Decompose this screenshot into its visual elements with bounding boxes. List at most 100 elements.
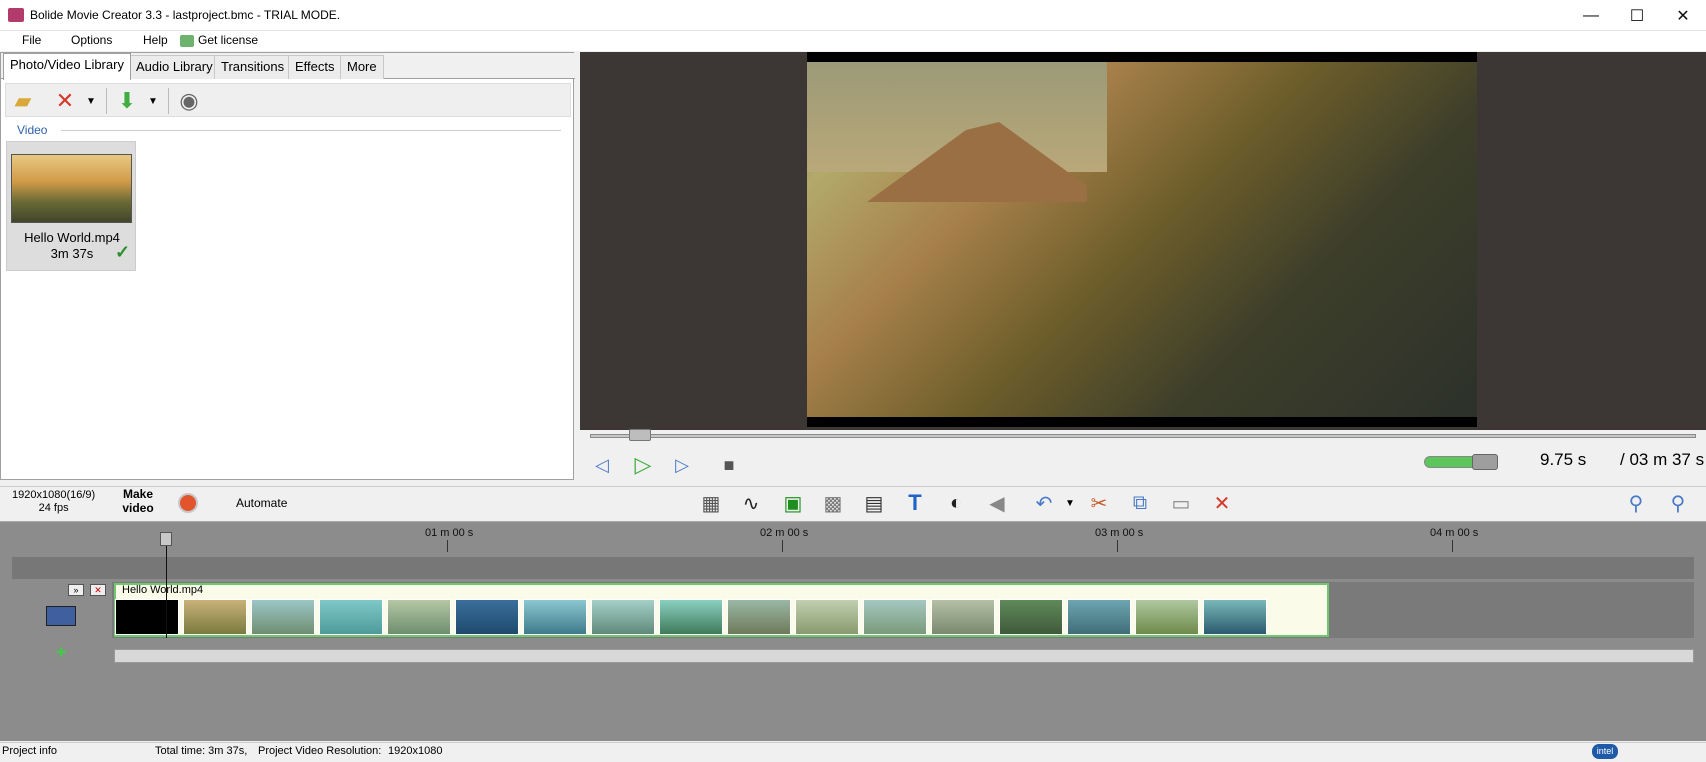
copy-icon[interactable]: ⧉ <box>1126 489 1154 517</box>
status-resolution-label: Project Video Resolution: <box>258 745 382 757</box>
player-controls <box>580 445 1706 481</box>
zoom-out-icon[interactable]: ⚲ <box>1622 489 1650 517</box>
seek-handle[interactable] <box>628 429 651 441</box>
ruler-label: 01 m 00 s <box>425 527 474 539</box>
menu-get-license[interactable]: Get license <box>198 33 258 47</box>
overlay-icon[interactable]: ▤ <box>860 489 888 517</box>
film-strip-icon <box>46 606 76 626</box>
chevron-down-icon[interactable]: ▼ <box>78 88 104 114</box>
delete-icon[interactable]: ✕ <box>1208 489 1236 517</box>
make-video-label: Make video <box>122 487 154 515</box>
folder-open-icon[interactable]: ▰ <box>10 88 36 114</box>
add-track-icon[interactable]: + <box>56 642 67 663</box>
prev-frame-icon[interactable]: ◁ <box>591 454 613 476</box>
project-info: Project info <box>2 745 58 757</box>
image-icon[interactable]: ▩ <box>819 489 847 517</box>
brightness-icon[interactable]: ◐ <box>942 489 970 517</box>
tab-more[interactable]: More <box>340 55 384 79</box>
playhead-handle[interactable] <box>160 532 172 546</box>
ruler-tick <box>447 540 448 552</box>
status-bar <box>0 742 1706 762</box>
ruler-tick <box>1117 540 1118 552</box>
down-arrow-icon[interactable]: ⬇ <box>114 88 140 114</box>
window-title: Bolide Movie Creator 3.3 - lastproject.b… <box>30 8 341 22</box>
clip-frame <box>999 599 1063 635</box>
money-icon <box>180 35 194 47</box>
tab-effects[interactable]: Effects <box>288 55 342 79</box>
menu-help[interactable]: Help <box>143 33 168 47</box>
chevron-down-icon[interactable]: ▼ <box>1056 489 1084 517</box>
library-toolbar: ▰ ✕ ▼ ⬇ ▼ ◉ <box>5 83 571 117</box>
close-button[interactable]: ✕ <box>1660 0 1706 31</box>
paste-icon[interactable]: ▭ <box>1167 489 1195 517</box>
audio-wave-icon[interactable]: ∿ <box>737 489 765 517</box>
clip-frame <box>1203 599 1267 635</box>
minimize-button[interactable]: — <box>1568 0 1614 31</box>
clip-frame <box>183 599 247 635</box>
add-track-area: + <box>12 642 112 662</box>
clip-frame <box>1067 599 1131 635</box>
status-total-time: Total time: 3m 37s, <box>155 745 248 757</box>
zoom-fit-icon[interactable]: ⚲ <box>1664 489 1692 517</box>
library-pane: Photo/Video Library Audio Library Transi… <box>0 52 575 480</box>
ruler-label: 04 m 00 s <box>1430 527 1479 539</box>
menu-file[interactable]: File <box>22 33 41 47</box>
next-frame-icon[interactable]: ▷ <box>671 454 693 476</box>
checkmark-icon: ✓ <box>115 242 131 262</box>
menu-options[interactable]: Options <box>71 33 112 47</box>
track-header: » ✕ <box>12 582 112 638</box>
clip-frame <box>931 599 995 635</box>
clip-frame <box>523 599 587 635</box>
split-icon[interactable]: ▦ <box>697 489 725 517</box>
video-frame <box>807 62 1477 417</box>
collapse-icon[interactable]: » <box>68 584 84 596</box>
maximize-button[interactable]: ☐ <box>1614 0 1660 31</box>
tab-photo-video-library[interactable]: Photo/Video Library <box>3 53 131 80</box>
tab-audio-library[interactable]: Audio Library <box>129 55 220 79</box>
playhead-line <box>166 538 167 638</box>
menu-bar: File Options Help Get license <box>0 31 1706 51</box>
speaker-icon[interactable]: ◀ <box>983 489 1011 517</box>
film-icon <box>8 8 24 22</box>
webcam-icon[interactable]: ◉ <box>176 88 202 114</box>
chevron-down-icon[interactable]: ▼ <box>140 88 166 114</box>
chroma-key-icon[interactable]: ▣ <box>779 489 807 517</box>
clip-frame <box>115 599 179 635</box>
ruler-tick <box>782 540 783 552</box>
text-icon[interactable]: T <box>901 489 929 517</box>
play-icon[interactable]: ▷ <box>632 452 654 477</box>
resolution-text: 1920x1080(16/9) <box>12 489 96 501</box>
clip-frame <box>319 599 383 635</box>
automate-button[interactable]: Automate <box>236 496 287 510</box>
toolbar-separator <box>168 88 169 114</box>
ruler-label: 03 m 00 s <box>1095 527 1144 539</box>
clip-frame <box>455 599 519 635</box>
fps-text: 24 fps <box>38 502 69 514</box>
library-tabs: Photo/Video Library Audio Library Transi… <box>1 53 575 80</box>
delete-icon[interactable]: ✕ <box>52 88 78 114</box>
clip-frame <box>659 599 723 635</box>
cut-icon[interactable]: ✂ <box>1085 489 1113 517</box>
library-item[interactable]: Hello World.mp4 3m 37s ✓ <box>6 141 136 271</box>
ruler-label: 02 m 00 s <box>760 527 809 539</box>
seek-track[interactable] <box>590 434 1696 438</box>
overlay-track[interactable] <box>12 557 1694 579</box>
record-icon[interactable] <box>178 493 198 513</box>
clip-name: Hello World.mp4 <box>122 584 204 596</box>
clip-frame <box>727 599 791 635</box>
section-divider <box>61 130 561 131</box>
make-video-button[interactable]: Make video <box>120 487 156 515</box>
volume-handle[interactable] <box>1472 454 1499 470</box>
undo-icon[interactable]: ↶ <box>1030 489 1058 517</box>
clip-frame <box>591 599 655 635</box>
intel-logo: intel <box>1592 744 1618 759</box>
toolbar-separator <box>106 88 107 114</box>
tab-transitions[interactable]: Transitions <box>214 55 292 79</box>
timeline-scrollbar[interactable] <box>114 649 1694 663</box>
clip-frame <box>795 599 859 635</box>
remove-track-icon[interactable]: ✕ <box>90 584 106 596</box>
section-label-video: Video <box>17 123 48 137</box>
ruler-tick <box>1452 540 1453 552</box>
stop-icon[interactable]: ■ <box>718 454 740 476</box>
clip-frame <box>863 599 927 635</box>
